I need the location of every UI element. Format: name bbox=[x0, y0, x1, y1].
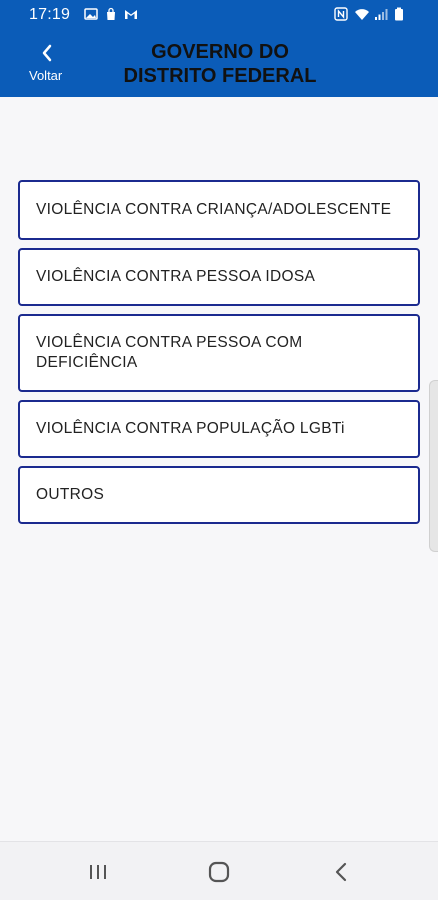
back-button[interactable]: Voltar bbox=[22, 40, 74, 90]
shopping-bag-icon bbox=[104, 7, 118, 21]
gmail-icon bbox=[124, 7, 138, 21]
status-time: 17:19 bbox=[29, 6, 71, 23]
option-label: OUTROS bbox=[36, 486, 105, 503]
home-icon[interactable] bbox=[205, 858, 233, 886]
system-nav-bar bbox=[0, 841, 438, 900]
nfc-icon bbox=[334, 7, 348, 21]
app-header: Voltar GOVERNO DO DISTRITO FEDERAL bbox=[0, 30, 438, 97]
back-icon[interactable] bbox=[328, 858, 356, 886]
back-label: Voltar bbox=[29, 68, 63, 83]
status-bar: 17:19 bbox=[0, 0, 438, 30]
option-outros[interactable]: OUTROS bbox=[18, 466, 420, 524]
battery-icon bbox=[394, 7, 408, 21]
option-violencia-crianca-adolescente[interactable]: VIOLÊNCIA CONTRA CRIANÇA/ADOLESCENTE bbox=[18, 180, 420, 240]
option-violencia-populacao-lgbti[interactable]: VIOLÊNCIA CONTRA POPULAÇÃO LGBTi bbox=[18, 400, 420, 458]
options-list: VIOLÊNCIA CONTRA CRIANÇA/ADOLESCENTE VIO… bbox=[18, 180, 420, 532]
option-violencia-pessoa-deficiencia[interactable]: VIOLÊNCIA CONTRA PESSOA COM DEFICIÊNCIA bbox=[18, 314, 420, 392]
option-violencia-pessoa-idosa[interactable]: VIOLÊNCIA CONTRA PESSOA IDOSA bbox=[18, 248, 420, 306]
option-label: VIOLÊNCIA CONTRA POPULAÇÃO LGBTi bbox=[36, 420, 345, 437]
page-title-text: GOVERNO DO DISTRITO FEDERAL bbox=[123, 41, 317, 87]
option-label: VIOLÊNCIA CONTRA PESSOA IDOSA bbox=[36, 268, 316, 285]
wifi-icon bbox=[354, 7, 369, 21]
option-label: VIOLÊNCIA CONTRA PESSOA COM DEFICIÊNCIA bbox=[36, 334, 303, 371]
image-icon bbox=[84, 7, 98, 21]
recent-apps-icon[interactable] bbox=[84, 858, 112, 886]
edge-panel-handle[interactable] bbox=[429, 380, 438, 552]
option-label: VIOLÊNCIA CONTRA CRIANÇA/ADOLESCENTE bbox=[36, 201, 392, 218]
signal-icon bbox=[374, 7, 388, 21]
status-left-icons bbox=[84, 7, 138, 21]
page-title: GOVERNO DO DISTRITO FEDERAL bbox=[100, 40, 340, 88]
status-right-icons bbox=[334, 7, 408, 21]
chevron-left-icon bbox=[40, 44, 54, 67]
